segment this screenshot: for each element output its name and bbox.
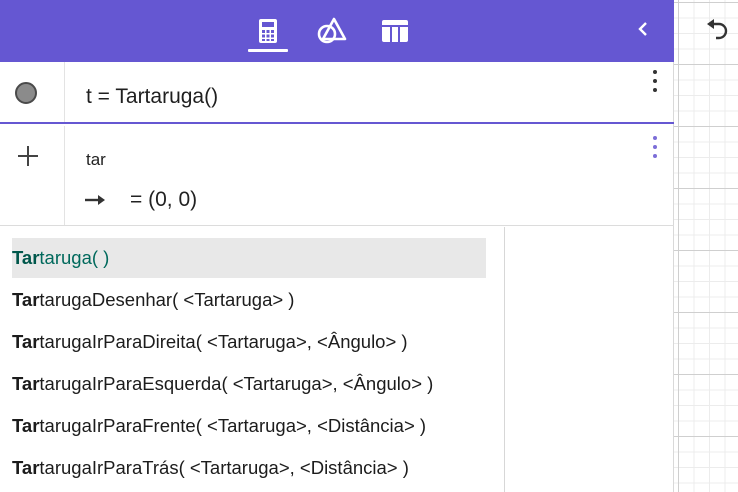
row-menu-button[interactable] bbox=[648, 68, 662, 94]
suggestion-item[interactable]: Tar tarugaIrParaDireita( <Tartaruga>, <Ân… bbox=[12, 322, 486, 362]
dot-icon bbox=[653, 154, 657, 158]
suggestion-match: Tar bbox=[12, 457, 40, 478]
suggestion-rest: tarugaIrParaTrás( <Tartaruga>, <Distânci… bbox=[39, 457, 409, 478]
suggestion-match: Tar bbox=[12, 289, 40, 310]
suggestion-match: Tar bbox=[12, 331, 40, 352]
expression-text[interactable]: t = Tartaruga() bbox=[86, 85, 218, 109]
suggestion-item[interactable]: Tar taruga( ) bbox=[12, 238, 486, 278]
undo-button[interactable] bbox=[700, 14, 734, 44]
undo-icon bbox=[707, 19, 728, 40]
plus-icon[interactable] bbox=[14, 142, 42, 170]
preview-value: = (0, 0) bbox=[130, 188, 198, 211]
suggestion-item[interactable]: Tar tarugaIrParaEsquerda( <Tartaruga>, <Â… bbox=[12, 364, 486, 404]
row-gutter bbox=[0, 126, 65, 225]
suggestion-rest: tarugaIrParaEsquerda( <Tartaruga>, <Ângu… bbox=[39, 373, 434, 394]
suggestion-match: Tar bbox=[12, 373, 40, 394]
tab-tools[interactable] bbox=[312, 12, 352, 50]
top-toolbar bbox=[0, 0, 674, 62]
tab-table[interactable] bbox=[375, 12, 415, 50]
dot-icon bbox=[653, 70, 657, 74]
suggestion-rest: tarugaIrParaFrente( <Tartaruga>, <Distân… bbox=[39, 415, 427, 436]
collapse-button[interactable] bbox=[628, 14, 658, 44]
suggestion-rest: tarugaIrParaDireita( <Tartaruga>, <Ângul… bbox=[39, 331, 408, 352]
suggestion-rest: tarugaDesenhar( <Tartaruga> ) bbox=[39, 289, 295, 310]
chevron-left-icon bbox=[638, 22, 647, 36]
suggestion-item[interactable]: Tar tarugaDesenhar( <Tartaruga> ) bbox=[12, 280, 486, 320]
suggestion-match: Tar bbox=[12, 415, 40, 436]
algebra-row-1: t = Tartaruga() bbox=[0, 62, 674, 124]
dot-icon bbox=[653, 145, 657, 149]
table-icon bbox=[382, 20, 408, 42]
suggestion-item[interactable]: Tar tarugaIrParaFrente( <Tartaruga>, <Dis… bbox=[12, 406, 486, 446]
graphics-view[interactable] bbox=[674, 0, 738, 492]
preview-output: = (0, 0) bbox=[84, 188, 197, 212]
arrow-right-icon bbox=[85, 195, 105, 205]
row-menu-button[interactable] bbox=[648, 134, 662, 160]
dot-icon bbox=[653, 88, 657, 92]
calculator-icon bbox=[259, 19, 277, 43]
suggestion-rest: taruga( ) bbox=[39, 247, 110, 268]
suggestion-match: Tar bbox=[12, 247, 40, 268]
algebra-panel: t = Tartaruga() tar = (0, 0) Tar taruga(… bbox=[0, 0, 674, 492]
row-gutter bbox=[0, 62, 65, 122]
dot-icon bbox=[653, 79, 657, 83]
algebra-input[interactable]: tar bbox=[86, 150, 106, 170]
dot-icon bbox=[653, 136, 657, 140]
suggestion-item[interactable]: Tar tarugaIrParaTrás( <Tartaruga>, <Distâ… bbox=[12, 448, 486, 488]
geometry-tools-icon bbox=[317, 17, 347, 44]
autocomplete-suggestions: Tar taruga( ) Tar tarugaDesenhar( <Tartaru… bbox=[0, 227, 505, 492]
visibility-dot-icon[interactable] bbox=[15, 82, 37, 104]
algebra-input-row: tar = (0, 0) bbox=[0, 126, 674, 226]
tab-algebra[interactable] bbox=[248, 12, 288, 52]
